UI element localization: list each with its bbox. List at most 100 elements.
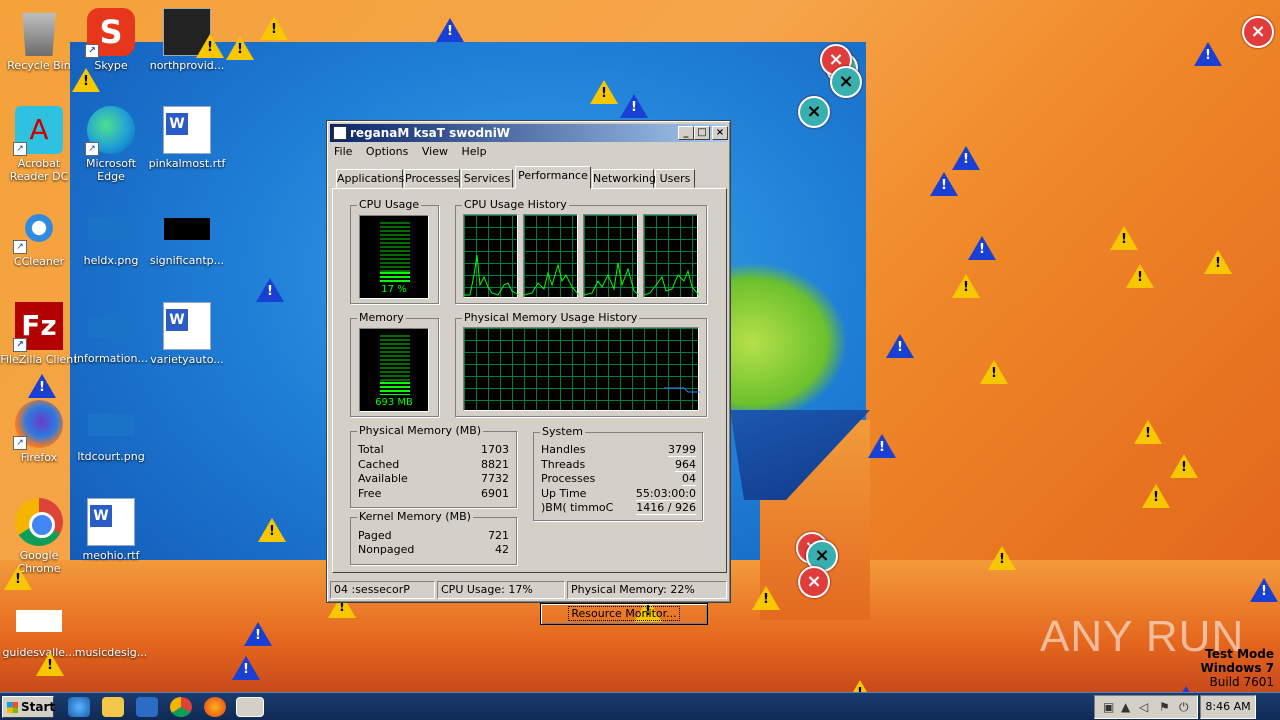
kernel-memory-row: Nonpaged 42 xyxy=(358,543,509,557)
desktop-icon-label: pinkalmost.rtf xyxy=(148,157,226,170)
desktop-icon-ccleaner[interactable]: ↗ CCleaner xyxy=(0,204,78,268)
info-icon: ! xyxy=(930,172,958,196)
tab-services[interactable]: Services xyxy=(461,169,513,188)
row-value: 04 xyxy=(682,472,696,486)
desktop-icon-guidesvalle[interactable]: guidesvalle... xyxy=(0,596,78,659)
cpu-history-graph-core2 xyxy=(523,214,579,298)
desktop-icon-filezilla[interactable]: Fz ↗ FileZilla Client xyxy=(0,302,78,366)
word-doc-icon: W xyxy=(87,498,135,546)
chrome-taskbar-icon[interactable] xyxy=(170,697,192,717)
row-key: Total xyxy=(358,443,384,456)
menu-help[interactable]: Help xyxy=(457,143,492,158)
maximize-button[interactable]: □ xyxy=(694,126,710,140)
desktop-icon-label: information... xyxy=(74,352,148,365)
physical-memory-row: Cached 8821 xyxy=(358,458,509,472)
desktop-icon-ltdcourt[interactable]: ltdcourt.png xyxy=(72,400,150,463)
title-bar[interactable]: reganaM ksaT swodniW _ □ × xyxy=(330,124,728,142)
info-icon: ! xyxy=(968,236,996,260)
wallpaper-leaf xyxy=(728,262,848,422)
row-value: 721 xyxy=(488,529,509,542)
warning-icon: ! xyxy=(1110,226,1138,250)
row-key: Available xyxy=(358,472,408,485)
row-value: 1416 / 926 xyxy=(636,501,696,515)
image-icon xyxy=(16,610,62,632)
error-icon: × xyxy=(798,96,830,128)
warning-icon: ! xyxy=(752,586,780,610)
warning-icon: ! xyxy=(1126,264,1154,288)
taskbar: Start ▣ ▲ ◁ ⚑ ⏻ 8:46 AM xyxy=(0,692,1280,720)
image-icon xyxy=(88,218,134,240)
desktop-icon-pinkalmost[interactable]: W pinkalmost.rtf xyxy=(148,106,226,170)
chrome-icon xyxy=(15,498,63,546)
warning-icon: ! xyxy=(36,652,64,676)
explorer-icon[interactable] xyxy=(102,697,124,717)
desktop-icon-information[interactable]: information... xyxy=(72,302,150,365)
desktop-icon-label: meohio.rtf xyxy=(82,549,140,562)
desktop-icon-label: CCleaner xyxy=(13,255,65,268)
warning-icon: ! xyxy=(846,680,874,692)
desktop-icon-firefox[interactable]: ↗ Firefox xyxy=(0,400,78,464)
error-icon: × xyxy=(798,566,830,598)
cpu-usage-fill xyxy=(380,271,410,282)
tab-users[interactable]: Users xyxy=(655,169,695,188)
tab-performance[interactable]: Performance xyxy=(515,166,591,189)
tab-networking[interactable]: Networking xyxy=(592,169,656,188)
physical-memory-group: Physical Memory (MB) Total 1703 Cached 882… xyxy=(350,424,517,508)
memory-meter: 693 MB xyxy=(359,328,429,412)
menu-file[interactable]: File xyxy=(330,143,358,158)
desktop-icon-musicdesig[interactable]: musicdesig... xyxy=(72,596,150,659)
close-button[interactable]: × xyxy=(712,126,728,140)
resource-monitor-button[interactable]: Resource Monitor... xyxy=(540,603,708,625)
desktop-icon-heldx[interactable]: heldx.png xyxy=(72,204,150,267)
image-icon xyxy=(88,316,134,338)
system-tray: ▣ ▲ ◁ ⚑ ⏻ xyxy=(1094,695,1198,719)
acrobat-icon: A ↗ xyxy=(13,106,63,156)
firefox-icon: ↗ xyxy=(13,400,63,450)
cpu-usage-group: CPU Usage 17 % xyxy=(350,198,439,304)
desktop-icon-edge[interactable]: ↗ Microsoft Edge xyxy=(72,106,150,183)
desktop-icon-significantp[interactable]: significantp... xyxy=(148,204,226,267)
flag-icon[interactable]: ⚑ xyxy=(1159,700,1170,714)
test-mode-line1: Test Mode xyxy=(1205,647,1274,661)
chevron-up-icon[interactable]: ▲ xyxy=(1121,700,1130,714)
desktop-icon-acrobat[interactable]: A ↗ Acrobat Reader DC xyxy=(0,106,78,183)
row-value: 1703 xyxy=(481,443,509,456)
task-manager-taskbar-icon[interactable] xyxy=(236,697,264,717)
desktop-icon-label: heldx.png xyxy=(83,254,139,267)
desktop-icon-chrome[interactable]: Google Chrome xyxy=(0,498,78,575)
volume-icon[interactable]: ◁ xyxy=(1139,700,1148,714)
tab-processes[interactable]: Processes xyxy=(404,169,460,188)
row-key: )BM( timmoC xyxy=(541,501,614,514)
cpu-usage-value: 17 % xyxy=(381,284,407,295)
desktop-icon-meohio[interactable]: W meohio.rtf xyxy=(72,498,150,562)
image-icon xyxy=(164,218,210,240)
tab-applications[interactable]: Applications xyxy=(336,169,404,188)
info-icon: ! xyxy=(232,656,260,680)
warning-icon: ! xyxy=(196,34,224,58)
warning-icon: ! xyxy=(260,16,288,40)
test-mode-label: Test Mode Windows 7 Build 7601 xyxy=(1201,647,1274,689)
firefox-taskbar-icon[interactable] xyxy=(204,697,226,717)
physical-memory-row: Free 6901 xyxy=(358,487,509,501)
menu-options[interactable]: Options xyxy=(362,143,414,158)
memory-fill xyxy=(380,381,410,395)
desktop-icon-recycle-bin[interactable]: Recycle Bin xyxy=(0,8,78,72)
warning-icon: ! xyxy=(590,80,618,104)
desktop-icon-varietyauto[interactable]: W varietyauto... xyxy=(148,302,226,366)
window-title: reganaM ksaT swodniW xyxy=(350,126,511,140)
ie-icon[interactable] xyxy=(68,697,90,717)
warning-icon: ! xyxy=(980,360,1008,384)
taskbar-clock[interactable]: 8:46 AM xyxy=(1200,695,1256,719)
memory-value: 693 MB xyxy=(375,397,413,408)
row-value: 42 xyxy=(495,543,509,556)
media-player-icon[interactable] xyxy=(136,697,158,717)
start-button[interactable]: Start xyxy=(2,696,55,718)
power-icon[interactable]: ⏻ xyxy=(1179,700,1189,715)
desktop-icon-skype[interactable]: S ↗ Skype xyxy=(72,8,150,72)
task-manager-window[interactable]: reganaM ksaT swodniW _ □ × File Options … xyxy=(326,120,731,625)
menu-view[interactable]: View xyxy=(418,143,454,158)
network-icon[interactable]: ▣ xyxy=(1103,700,1114,714)
word-doc-icon: W xyxy=(163,106,211,154)
minimize-button[interactable]: _ xyxy=(678,126,694,140)
row-key: Nonpaged xyxy=(358,543,415,556)
